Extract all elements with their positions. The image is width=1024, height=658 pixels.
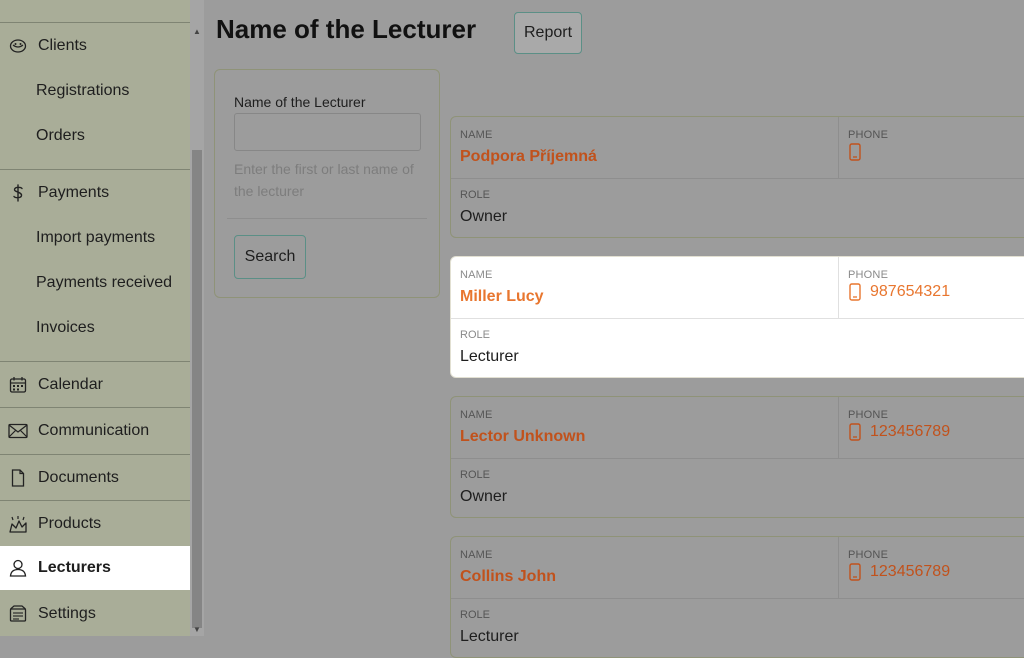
- phone-cell: PHONE: [839, 117, 1024, 179]
- products-icon: [8, 514, 28, 534]
- sidebar-item-products[interactable]: Products: [0, 501, 190, 546]
- sidebar-item-label: Payments received: [36, 273, 173, 291]
- page-title: Name of the Lecturer: [216, 14, 477, 44]
- sidebar-item-documents[interactable]: Documents: [0, 455, 190, 500]
- phone-link[interactable]: 123456789: [848, 423, 950, 441]
- phone-header: PHONE: [848, 129, 889, 141]
- phone-icon: [849, 143, 861, 161]
- clients-icon: [8, 36, 28, 56]
- lecturer-name[interactable]: Lector Unknown: [460, 428, 585, 446]
- name-header: NAME: [460, 269, 493, 281]
- lecturer-role: Owner: [460, 208, 508, 225]
- phone-number: 123456789: [870, 563, 951, 580]
- sidebar-item-label: Payments: [38, 183, 110, 201]
- search-label: Name of the Lecturer: [234, 94, 366, 110]
- report-button[interactable]: Report: [514, 12, 582, 54]
- sidebar-item-label: Registrations: [36, 81, 130, 99]
- sidebar: Clients Registrations Orders Payments Im…: [0, 0, 190, 636]
- phone-link[interactable]: 123456789: [848, 563, 950, 581]
- lecturer-name-input[interactable]: [234, 113, 421, 151]
- name-header: NAME: [460, 129, 493, 141]
- lecturer-card[interactable]: NAME Miller Lucy PHONE 987654321 ROLE Le…: [450, 256, 1024, 378]
- phone-header: PHONE: [848, 409, 889, 421]
- sidebar-item-label: Invoices: [36, 318, 95, 336]
- name-header: NAME: [460, 549, 493, 561]
- lecturer-card[interactable]: NAME Podpora Příjemná PHONE ROLE Owner: [450, 116, 1024, 238]
- envelope-icon: [8, 421, 28, 441]
- sidebar-item-label: Orders: [36, 126, 85, 144]
- money-icon: [8, 183, 28, 203]
- lecturer-name[interactable]: Miller Lucy: [460, 288, 544, 306]
- name-header: NAME: [460, 409, 493, 421]
- phone-header: PHONE: [848, 269, 889, 281]
- lecturer-role: Lecturer: [460, 628, 519, 645]
- sidebar-item-label: Calendar: [38, 375, 103, 393]
- lecturer-role: Owner: [460, 488, 508, 505]
- document-icon: [8, 468, 28, 488]
- phone-cell: PHONE 123456789: [839, 537, 1024, 599]
- search-panel: Name of the Lecturer Enter the first or …: [214, 69, 440, 298]
- sidebar-item-registrations[interactable]: Registrations: [0, 68, 190, 113]
- phone-link[interactable]: 987654321: [848, 283, 950, 301]
- lecturer-role: Lecturer: [460, 348, 519, 365]
- lecturer-card[interactable]: NAME Lector Unknown PHONE 123456789 ROLE…: [450, 396, 1024, 518]
- sidebar-item-communication[interactable]: Communication: [0, 408, 190, 453]
- name-cell: NAME Collins John: [451, 537, 839, 599]
- phone-icon: [849, 283, 861, 301]
- user-icon: [8, 558, 28, 578]
- sidebar-item-label: Import payments: [36, 228, 156, 246]
- sidebar-item-payments-received[interactable]: Payments received: [0, 260, 190, 305]
- phone-header: PHONE: [848, 549, 889, 561]
- sidebar-item-invoices[interactable]: Invoices: [0, 305, 190, 350]
- phone-link[interactable]: [848, 143, 870, 161]
- phone-icon: [849, 423, 861, 441]
- sidebar-item-settings[interactable]: Settings: [0, 592, 190, 636]
- sidebar-item-lecturers[interactable]: Lecturers: [0, 546, 190, 590]
- phone-cell: PHONE 123456789: [839, 397, 1024, 459]
- name-cell: NAME Miller Lucy: [451, 257, 839, 319]
- phone-icon: [849, 563, 861, 581]
- lecturer-card[interactable]: NAME Collins John PHONE 123456789 ROLE L…: [450, 536, 1024, 658]
- sidebar-item-label: Settings: [38, 605, 96, 622]
- calendar-icon: [8, 375, 28, 395]
- phone-number: 987654321: [870, 283, 951, 300]
- search-hint: Enter the first or last name of the lect…: [234, 161, 414, 199]
- role-header: ROLE: [460, 469, 490, 481]
- phone-cell: PHONE 987654321: [839, 257, 1024, 319]
- search-button[interactable]: Search: [234, 235, 306, 279]
- role-header: ROLE: [460, 189, 490, 201]
- settings-icon: [8, 604, 28, 624]
- role-header: ROLE: [460, 329, 490, 341]
- sidebar-item-payments[interactable]: Payments: [0, 170, 190, 215]
- sidebar-item-label: Lecturers: [38, 559, 111, 576]
- sidebar-scrollbar[interactable]: ▲ ▼: [190, 0, 204, 636]
- scroll-thumb[interactable]: [192, 150, 202, 628]
- lecturer-name[interactable]: Podpora Příjemná: [460, 148, 597, 166]
- sidebar-item-import-payments[interactable]: Import payments: [0, 215, 190, 260]
- lecturer-name[interactable]: Collins John: [460, 568, 556, 586]
- sidebar-item-label: Clients: [38, 36, 87, 54]
- role-header: ROLE: [460, 609, 490, 621]
- sidebar-item-label: Documents: [38, 468, 119, 486]
- sidebar-item-clients[interactable]: Clients: [0, 23, 190, 68]
- divider: [227, 218, 427, 219]
- scroll-down-icon[interactable]: ▼: [190, 622, 204, 636]
- scroll-up-icon[interactable]: ▲: [190, 24, 204, 38]
- name-cell: NAME Podpora Příjemná: [451, 117, 839, 179]
- sidebar-item-orders[interactable]: Orders: [0, 113, 190, 158]
- phone-number: 123456789: [870, 423, 951, 440]
- sidebar-item-label: Communication: [38, 421, 150, 439]
- name-cell: NAME Lector Unknown: [451, 397, 839, 459]
- sidebar-item-label: Products: [38, 514, 102, 532]
- sidebar-item-calendar[interactable]: Calendar: [0, 362, 190, 407]
